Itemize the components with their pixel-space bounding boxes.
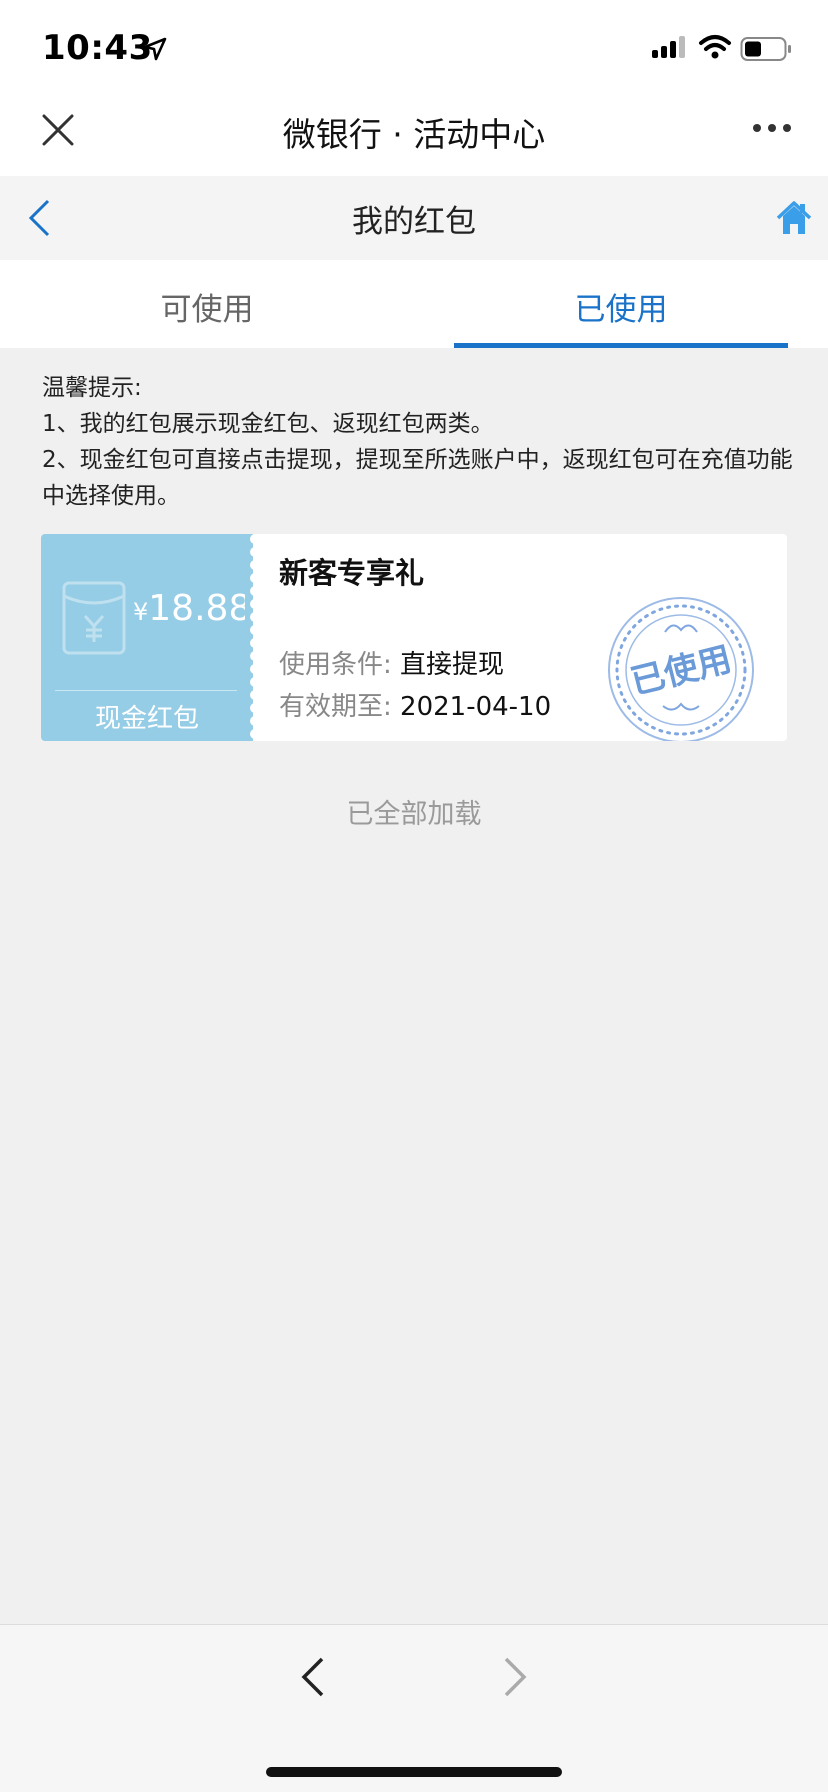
used-stamp: 已使用 [608,597,754,741]
amount-value: 18.88 [148,588,252,629]
home-indicator [266,1767,562,1777]
tips-heading: 温馨提示: [42,375,142,401]
condition-label: 使用条件: [279,650,392,680]
status-bar: 10:43 [0,0,828,96]
page-title: 我的红包 [352,204,476,240]
expiry-value: 2021-04-10 [400,692,552,722]
location-arrow-icon [143,37,167,61]
signal-icon [652,36,685,58]
coupon-divider [55,690,237,691]
list-end-text: 已全部加载 [346,799,482,830]
browser-header: 微银行 · 活动中心 [0,96,828,176]
tab-bar: 可使用 已使用 [0,260,828,348]
more-icon[interactable] [752,122,792,134]
battery-icon [740,37,791,61]
coupon-condition: 使用条件: 直接提现 [279,644,504,681]
wifi-icon [699,35,731,59]
coupon-value-panel: ¥18.88 现金红包 [41,534,253,741]
tips-line-2: 2、现金红包可直接点击提现，提现至所选账户中，返现红包可在充值功能中选择使用。 [42,447,793,509]
tab-available[interactable]: 可使用 [0,284,414,329]
currency-symbol: ¥ [133,598,149,626]
coupon-type: 现金红包 [94,704,199,734]
scalloped-edge [245,534,261,741]
stamp-text: 已使用 [627,640,735,702]
page-nav: 我的红包 [0,176,828,260]
bottom-toolbar [0,1624,828,1792]
tab-used[interactable]: 已使用 [414,284,828,329]
coupon-card[interactable]: ¥18.88 现金红包 新客专享礼 使用条件: 直接提现 有效期至: 2021-… [41,534,787,741]
back-arrow-icon[interactable] [298,1655,328,1699]
browser-title: 微银行 · 活动中心 [282,115,546,154]
status-time: 10:43 [42,28,153,68]
coupon-name: 新客专享礼 [279,556,425,590]
expiry-label: 有效期至: [279,692,392,722]
forward-arrow-icon[interactable] [500,1655,530,1699]
coupon-expiry: 有效期至: 2021-04-10 [279,686,551,723]
home-icon[interactable] [776,200,812,236]
coupon-amount: ¥18.88 [133,588,251,629]
condition-value: 直接提现 [400,650,505,680]
tips-line-1: 1、我的红包展示现金红包、返现红包两类。 [42,411,494,437]
tips: 温馨提示: 1、我的红包展示现金红包、返现红包两类。 2、现金红包可直接点击提现… [42,370,802,514]
tab-active-indicator [454,343,788,348]
red-envelope-icon [62,581,126,655]
